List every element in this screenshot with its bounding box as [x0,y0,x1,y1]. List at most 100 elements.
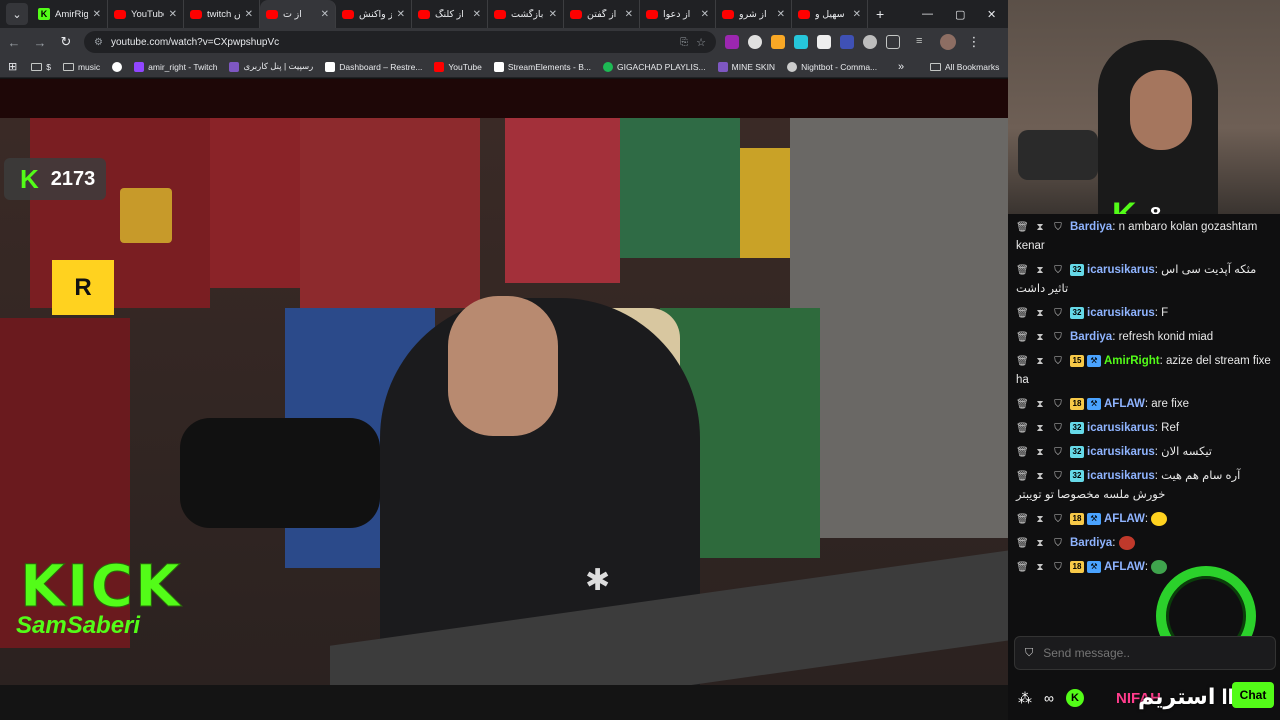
delete-message-icon[interactable]: 🗑 [1016,218,1029,237]
mod-shield-icon[interactable]: ⛉ [1052,395,1064,414]
close-tab-icon[interactable]: ✕ [549,9,557,20]
send-chat-button[interactable]: Chat [1232,682,1274,708]
delete-message-icon[interactable]: 🗑 [1016,534,1029,553]
close-tab-icon[interactable]: ✕ [93,9,101,20]
mod-shield-icon[interactable]: ⛉ [1052,419,1064,438]
bookmark-item[interactable]: $ [31,62,51,72]
chat-username[interactable]: AFLAW [1104,561,1145,573]
chat-username[interactable]: icarusikarus [1087,470,1155,482]
mod-shield-icon[interactable]: ⛉ [1052,352,1064,371]
delete-message-icon[interactable]: 🗑 [1016,395,1029,414]
delete-message-icon[interactable]: 🗑 [1016,328,1029,347]
kick-icon[interactable]: K [1065,689,1084,707]
timeout-icon[interactable]: ⧗ [1034,443,1046,462]
chat-username[interactable]: Bardiya [1070,331,1112,343]
forward-button[interactable]: → [28,30,52,54]
timeout-icon[interactable]: ⧗ [1034,510,1046,529]
browser-tab[interactable]: از واکنش ✕ [336,0,412,28]
browser-tab[interactable]: سهیل و ✕ [792,0,868,28]
delete-message-icon[interactable]: 🗑 [1016,558,1029,577]
chat-username[interactable]: Bardiya [1070,221,1112,233]
chat-input-box[interactable]: ⛉ [1014,636,1276,670]
extension-icon-4[interactable] [794,35,808,49]
install-icon[interactable]: ⎘ [680,37,688,48]
delete-message-icon[interactable]: 🗑 [1016,352,1029,371]
chat-username[interactable]: icarusikarus [1087,307,1155,319]
browser-tab[interactable]: از کلنگ ✕ [412,0,488,28]
mod-shield-icon[interactable]: ⛉ [1052,443,1064,462]
bookmark-item[interactable]: YouTube [434,61,482,72]
extensions-puzzle-icon[interactable] [886,35,900,49]
shield-icon[interactable]: ⛉ [1025,647,1033,660]
close-tab-icon[interactable]: ✕ [701,9,709,20]
delete-message-icon[interactable]: 🗑 [1016,443,1029,462]
bookmark-item[interactable]: StreamElements - B... [493,61,591,72]
mod-shield-icon[interactable]: ⛉ [1052,510,1064,529]
chat-username[interactable]: Bardiya [1070,537,1112,549]
minimize-button[interactable]: — [922,0,933,28]
mod-shield-icon[interactable]: ⛉ [1052,534,1064,553]
extension-icon-2[interactable] [748,35,762,49]
close-tab-icon[interactable]: ✕ [777,9,785,20]
chat-username[interactable]: icarusikarus [1087,446,1155,458]
mod-shield-icon[interactable]: ⛉ [1052,558,1064,577]
bookmark-star-icon[interactable]: ☆ [696,36,706,49]
mod-shield-icon[interactable]: ⛉ [1052,261,1064,280]
timeout-icon[interactable]: ⧗ [1034,304,1046,323]
mod-shield-icon[interactable]: ⛉ [1052,467,1064,486]
close-tab-icon[interactable]: ✕ [473,9,481,20]
extension-icon-6[interactable] [840,35,854,49]
close-tab-icon[interactable]: ✕ [169,9,177,20]
back-button[interactable]: ← [2,30,26,54]
bookmark-item[interactable]: amir_right - Twitch [134,61,217,72]
emote-menu-icon[interactable]: ⁂ [1018,690,1032,707]
new-tab-button[interactable]: + [876,6,884,22]
timeout-icon[interactable]: ⧗ [1034,328,1046,347]
browser-tab[interactable]: از گفتن ✕ [564,0,640,28]
profile-avatar[interactable] [940,34,956,50]
delete-message-icon[interactable]: 🗑 [1016,261,1029,280]
timeout-icon[interactable]: ⧗ [1034,218,1046,237]
video-frame[interactable]: R ✱ K 2173 KICK SamSaberi [0,118,1008,685]
browser-tab[interactable]: K AmirRig ✕ [32,0,108,28]
timeout-icon[interactable]: ⧗ [1034,467,1046,486]
timeout-icon[interactable]: ⧗ [1034,352,1046,371]
mod-shield-icon[interactable]: ⛉ [1052,218,1064,237]
media-control-icon[interactable]: ≡ [916,35,930,49]
timeout-icon[interactable]: ⧗ [1034,558,1046,577]
more-bookmarks-button[interactable]: » [898,61,904,73]
bookmark-item[interactable]: رسپیت | پنل کاربری [229,61,313,72]
bookmark-item[interactable]: MINE SKIN [717,61,775,72]
delete-message-icon[interactable]: 🗑 [1016,419,1029,438]
browser-tab[interactable]: از دعوا ✕ [640,0,716,28]
close-window-button[interactable]: ✕ [987,0,996,28]
bookmark-item[interactable]: music [62,62,100,72]
browser-tab[interactable]: YouTube ✕ [108,0,184,28]
site-info-icon[interactable]: ⚙ [94,37,103,48]
all-bookmarks-button[interactable]: All Bookmarks [930,62,999,72]
browser-tab[interactable]: از بازگشت ✕ [488,0,564,28]
bookmark-item[interactable]: Dashboard – Restre... [325,61,422,72]
extension-icon-5[interactable] [817,35,831,49]
video-player[interactable]: R ✱ K 2173 KICK SamSaberi [0,79,1008,685]
extension-icon-1[interactable] [725,35,739,49]
chat-username[interactable]: icarusikarus [1087,422,1155,434]
reload-button[interactable]: ↻ [54,30,78,54]
maximize-button[interactable]: ▢ [955,0,965,28]
delete-message-icon[interactable]: 🗑 [1016,510,1029,529]
address-bar[interactable]: ⚙ youtube.com/watch?v=CXpwpshupVc ⎘ ☆ [84,31,716,53]
timeout-icon[interactable]: ⧗ [1034,419,1046,438]
close-tab-icon[interactable]: ✕ [245,9,253,20]
chat-message-input[interactable] [1043,646,1194,660]
chat-username[interactable]: AFLAW [1104,398,1145,410]
bookmark-item[interactable] [112,61,123,72]
timeout-icon[interactable]: ⧗ [1034,261,1046,280]
close-tab-icon[interactable]: ✕ [321,9,329,20]
browser-menu-icon[interactable]: ⋮ [962,30,986,54]
bookmark-item[interactable]: GIGACHAD PLAYLIS... [602,61,706,72]
mod-shield-icon[interactable]: ⛉ [1052,304,1064,323]
close-tab-icon[interactable]: ✕ [853,9,861,20]
infinity-icon[interactable]: ∞ [1044,690,1054,706]
extension-icon-7[interactable] [863,35,877,49]
timeout-icon[interactable]: ⧗ [1034,395,1046,414]
